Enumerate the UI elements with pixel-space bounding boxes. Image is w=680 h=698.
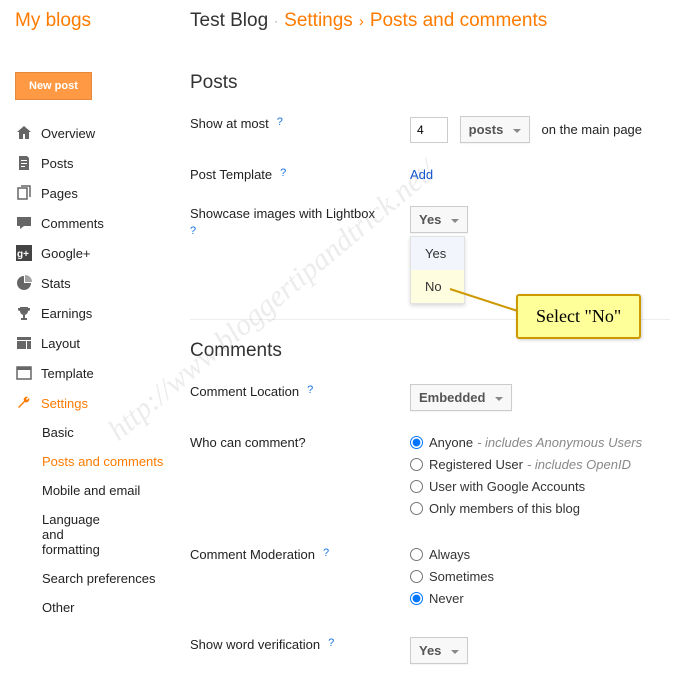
svg-text:g+: g+: [17, 249, 29, 260]
nav-comments[interactable]: Comments: [15, 208, 180, 238]
breadcrumb-settings[interactable]: Settings: [284, 10, 353, 32]
label-comment-location: Comment Location: [190, 384, 299, 399]
nav-stats[interactable]: Stats: [15, 268, 180, 298]
radio-google[interactable]: [410, 480, 423, 493]
label-moderation: Comment Moderation: [190, 547, 315, 562]
dropdown-value: posts: [469, 122, 504, 137]
nav-posts[interactable]: Posts: [15, 148, 180, 178]
radio-label: Only members of this blog: [429, 501, 580, 516]
nav-label: Google+: [41, 246, 91, 261]
radio-members[interactable]: [410, 502, 423, 515]
lightbox-dropdown-panel: Yes No: [410, 236, 465, 304]
help-icon[interactable]: ?: [277, 116, 283, 128]
help-icon[interactable]: ?: [190, 225, 410, 237]
radio-never[interactable]: [410, 592, 423, 605]
nav-earnings[interactable]: Earnings: [15, 298, 180, 328]
sidebar: My blogs New post Overview Posts Pages C…: [10, 10, 180, 688]
google-plus-icon: g+: [15, 244, 33, 262]
subnav-mobile-email[interactable]: Mobile and email: [15, 476, 180, 505]
nav-label: Earnings: [41, 306, 92, 321]
dropdown-value: Embedded: [419, 390, 485, 405]
radio-note: - includes OpenID: [527, 457, 631, 472]
help-icon[interactable]: ?: [323, 547, 329, 559]
nav-googleplus[interactable]: g+ Google+: [15, 238, 180, 268]
new-post-button[interactable]: New post: [15, 72, 92, 100]
radio-label: Always: [429, 547, 470, 562]
nav-label: Template: [41, 366, 94, 381]
word-verify-dropdown[interactable]: Yes: [410, 637, 468, 664]
document-icon: [15, 154, 33, 172]
section-comments-title: Comments: [190, 340, 670, 362]
chevron-down-icon: [495, 397, 503, 401]
pages-icon: [15, 184, 33, 202]
lightbox-dropdown[interactable]: Yes: [410, 206, 468, 233]
trail-text: on the main page: [542, 122, 642, 137]
radio-always[interactable]: [410, 548, 423, 561]
dropdown-value: Yes: [419, 212, 441, 227]
subnav-posts-comments[interactable]: Posts and comments: [15, 447, 180, 476]
breadcrumb: Test Blog · Settings › Posts and comment…: [190, 10, 670, 32]
radio-label: Never: [429, 591, 464, 606]
subnav-search-prefs[interactable]: Search preferences: [15, 564, 180, 593]
chevron-down-icon: [451, 219, 459, 223]
label-word-verify: Show word verification: [190, 637, 320, 652]
chevron-right-icon: ›: [359, 13, 364, 30]
dropdown-value: Yes: [419, 643, 441, 658]
nav-settings[interactable]: Settings: [15, 388, 180, 418]
label-show-at-most: Show at most: [190, 116, 269, 131]
radio-registered[interactable]: [410, 458, 423, 471]
label-post-template: Post Template: [190, 167, 272, 182]
brand-link[interactable]: My blogs: [15, 10, 180, 32]
nav-layout[interactable]: Layout: [15, 328, 180, 358]
radio-note: - includes Anonymous Users: [477, 435, 642, 450]
house-icon: [15, 124, 33, 142]
comment-location-dropdown[interactable]: Embedded: [410, 384, 512, 411]
show-unit-dropdown[interactable]: posts: [460, 116, 530, 143]
show-at-most-input[interactable]: [410, 117, 448, 143]
nav-label: Comments: [41, 216, 104, 231]
breadcrumb-page: Posts and comments: [370, 10, 547, 32]
radio-label: Registered User: [429, 457, 523, 472]
main-content: Test Blog · Settings › Posts and comment…: [180, 10, 670, 688]
pie-chart-icon: [15, 274, 33, 292]
nav-label: Posts: [41, 156, 74, 171]
add-template-link[interactable]: Add: [410, 167, 433, 182]
radio-label: Sometimes: [429, 569, 494, 584]
radio-sometimes[interactable]: [410, 570, 423, 583]
layout-icon: [15, 334, 33, 352]
nav-label: Layout: [41, 336, 80, 351]
subnav-language[interactable]: Language and formatting: [15, 505, 125, 564]
nav-pages[interactable]: Pages: [15, 178, 180, 208]
label-lightbox: Showcase images with Lightbox: [190, 206, 375, 221]
radio-anyone[interactable]: [410, 436, 423, 449]
help-icon[interactable]: ?: [328, 637, 334, 649]
speech-bubble-icon: [15, 214, 33, 232]
template-icon: [15, 364, 33, 382]
nav-overview[interactable]: Overview: [15, 118, 180, 148]
nav-label: Stats: [41, 276, 71, 291]
section-posts-title: Posts: [190, 72, 670, 94]
annotation-callout: Select "No": [516, 294, 641, 339]
separator-dot-icon: ·: [274, 14, 278, 28]
label-who-comment: Who can comment?: [190, 435, 306, 450]
radio-label: Anyone: [429, 435, 473, 450]
breadcrumb-blog: Test Blog: [190, 10, 268, 32]
help-icon[interactable]: ?: [280, 167, 286, 179]
subnav-other[interactable]: Other: [15, 593, 180, 622]
radio-label: User with Google Accounts: [429, 479, 585, 494]
nav-label: Pages: [41, 186, 78, 201]
dropdown-option-no[interactable]: No: [411, 270, 464, 303]
chevron-down-icon: [451, 650, 459, 654]
dropdown-option-yes[interactable]: Yes: [411, 237, 464, 270]
subnav-basic[interactable]: Basic: [15, 418, 180, 447]
nav-template[interactable]: Template: [15, 358, 180, 388]
nav-label: Overview: [41, 126, 95, 141]
nav-label: Settings: [41, 396, 88, 411]
wrench-icon: [15, 394, 33, 412]
trophy-icon: [15, 304, 33, 322]
help-icon[interactable]: ?: [307, 384, 313, 396]
chevron-down-icon: [513, 129, 521, 133]
